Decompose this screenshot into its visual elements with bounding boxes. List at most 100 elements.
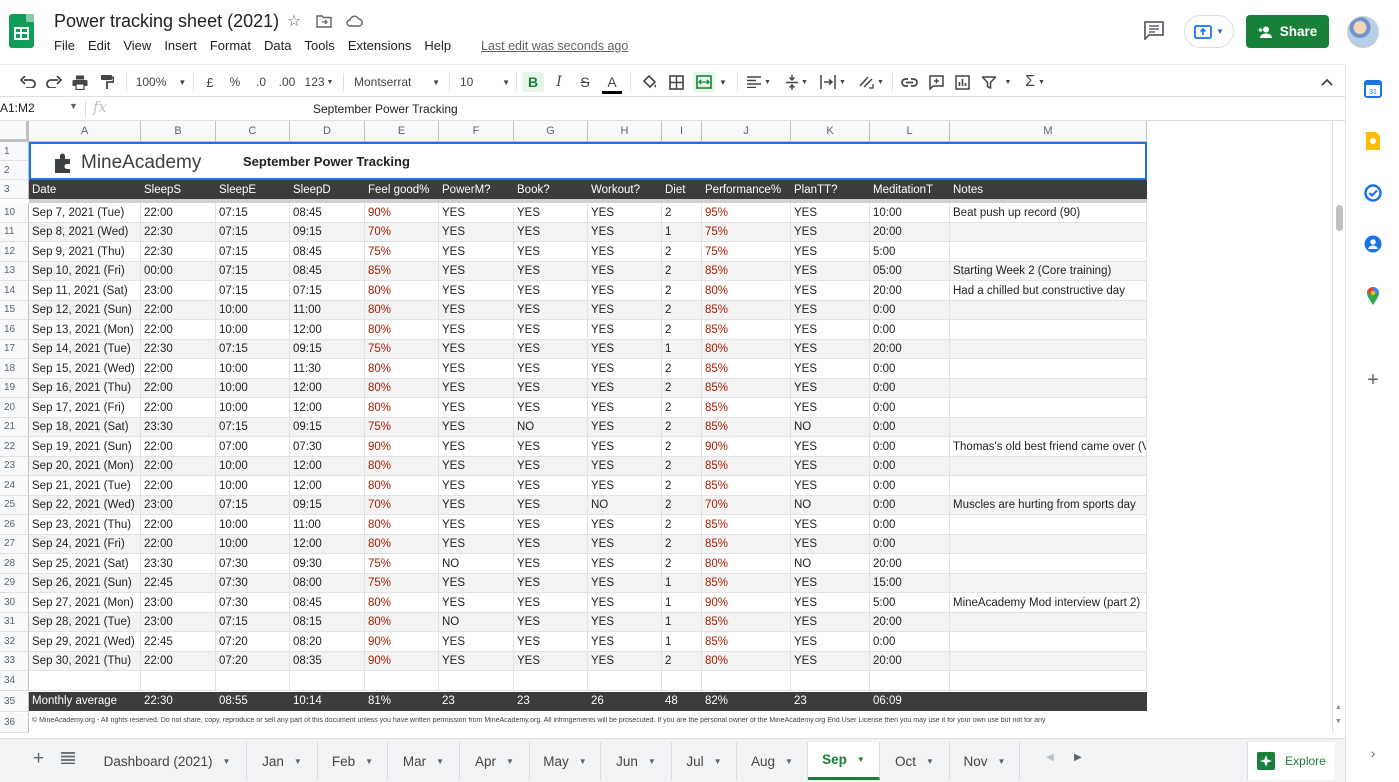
table-cell[interactable]: YES <box>514 281 588 300</box>
table-cell[interactable]: NO <box>514 417 588 437</box>
table-cell[interactable]: 80% <box>365 476 439 495</box>
table-cell[interactable]: 80% <box>365 612 439 632</box>
tab-oct[interactable]: Oct ▼ <box>880 742 950 780</box>
row-header[interactable]: 25 <box>0 495 29 515</box>
table-cell[interactable]: YES <box>588 476 662 495</box>
table-cell[interactable]: 22:00 <box>141 359 216 378</box>
table-cell[interactable] <box>950 300 1147 320</box>
table-cell[interactable]: 22:00 <box>141 515 216 534</box>
table-cell[interactable]: 75% <box>365 242 439 261</box>
table-cell[interactable]: 80% <box>365 378 439 398</box>
table-cell[interactable]: 07:20 <box>216 651 290 671</box>
table-cell[interactable]: YES <box>588 281 662 300</box>
present-button[interactable]: ▼ <box>1184 15 1234 48</box>
sheets-logo-icon[interactable] <box>9 14 34 48</box>
menu-tools[interactable]: Tools <box>304 38 334 53</box>
table-cell[interactable]: NO <box>791 495 870 515</box>
average-cell[interactable]: 48 <box>662 692 702 711</box>
bold-button[interactable]: B <box>522 72 544 92</box>
table-cell[interactable] <box>950 476 1147 495</box>
table-cell[interactable] <box>950 222 1147 242</box>
table-cell[interactable]: 75% <box>365 417 439 437</box>
header-cell[interactable]: SleepD <box>290 180 365 199</box>
table-cell[interactable]: Sep 30, 2021 (Thu) <box>29 651 141 671</box>
row-header[interactable]: 30 <box>0 593 29 613</box>
table-cell[interactable]: 07:30 <box>216 554 290 573</box>
chevron-down-icon[interactable]: ▼ <box>1003 72 1013 92</box>
table-cell[interactable]: 05:00 <box>870 261 950 281</box>
table-cell[interactable]: YES <box>791 359 870 378</box>
table-cell[interactable]: YES <box>439 437 514 456</box>
table-cell[interactable]: Muscles are hurting from sports day <box>950 495 1147 515</box>
table-cell[interactable]: 22:00 <box>141 378 216 398</box>
table-cell[interactable]: 0:00 <box>870 534 950 554</box>
average-cell[interactable]: 23 <box>514 692 588 711</box>
table-cell[interactable]: 0:00 <box>870 495 950 515</box>
text-color-button[interactable]: A <box>602 72 622 94</box>
table-cell[interactable]: YES <box>514 242 588 261</box>
table-cell[interactable]: 22:30 <box>141 222 216 242</box>
table-cell[interactable]: 75% <box>702 222 791 242</box>
table-cell[interactable]: 80% <box>365 281 439 300</box>
row-header[interactable]: 28 <box>0 554 29 574</box>
table-cell[interactable]: 85% <box>702 573 791 593</box>
table-cell[interactable]: YES <box>588 593 662 612</box>
table-cell[interactable]: 23:00 <box>141 612 216 632</box>
header-cell[interactable]: Feel good% <box>365 180 439 199</box>
strikethrough-button[interactable]: S <box>576 72 594 92</box>
table-cell[interactable]: 75% <box>365 339 439 359</box>
table-cell[interactable]: 85% <box>702 515 791 534</box>
table-cell[interactable]: 07:30 <box>216 573 290 593</box>
table-cell[interactable]: 2 <box>662 515 702 534</box>
table-cell[interactable]: 09:30 <box>290 554 365 573</box>
table-cell[interactable]: 90% <box>702 593 791 612</box>
row-header[interactable]: 34 <box>0 671 29 691</box>
table-cell[interactable]: YES <box>439 417 514 437</box>
menu-edit[interactable]: Edit <box>88 38 110 53</box>
horizontal-align-icon[interactable]: ▼ <box>745 72 773 92</box>
table-cell[interactable]: 07:15 <box>290 281 365 300</box>
table-cell[interactable]: YES <box>588 339 662 359</box>
table-cell[interactable]: 0:00 <box>870 476 950 495</box>
table-cell[interactable]: 12:00 <box>290 320 365 339</box>
header-cell[interactable]: PowerM? <box>439 180 514 199</box>
table-cell[interactable]: 80% <box>702 651 791 671</box>
column-header-d[interactable]: D <box>290 121 365 142</box>
row-header[interactable]: 21 <box>0 417 29 437</box>
fill-color-icon[interactable] <box>639 72 659 92</box>
table-cell[interactable]: 2 <box>662 476 702 495</box>
header-cell[interactable]: Date <box>29 180 141 199</box>
table-cell[interactable]: 0:00 <box>870 456 950 476</box>
table-cell[interactable]: YES <box>439 242 514 261</box>
average-cell[interactable]: 23 <box>439 692 514 711</box>
column-header-h[interactable]: H <box>588 121 662 142</box>
table-cell[interactable]: 90% <box>365 203 439 222</box>
table-cell[interactable]: 12:00 <box>290 378 365 398</box>
vertical-align-icon[interactable]: ▼ <box>783 72 811 92</box>
row-header[interactable]: 27 <box>0 534 29 554</box>
last-edit-link[interactable]: Last edit was seconds ago <box>481 39 628 53</box>
row-header[interactable]: 23 <box>0 456 29 476</box>
table-cell[interactable]: 2 <box>662 495 702 515</box>
table-cell[interactable]: 90% <box>365 632 439 651</box>
document-title[interactable]: Power tracking sheet (2021) <box>54 11 279 32</box>
column-header-i[interactable]: I <box>662 121 702 142</box>
menu-format[interactable]: Format <box>210 38 251 53</box>
table-cell[interactable]: 08:45 <box>290 593 365 612</box>
table-cell[interactable]: 2 <box>662 261 702 281</box>
table-cell[interactable]: 2 <box>662 456 702 476</box>
table-cell[interactable]: YES <box>588 612 662 632</box>
table-cell[interactable]: YES <box>514 651 588 671</box>
menu-file[interactable]: File <box>54 38 75 53</box>
insert-link-icon[interactable] <box>899 72 919 92</box>
row-header[interactable]: 17 <box>0 339 29 359</box>
table-cell[interactable] <box>216 671 290 690</box>
header-cell[interactable]: PlanTT? <box>791 180 870 199</box>
scrollbar-thumb[interactable] <box>1336 205 1343 231</box>
table-cell[interactable]: YES <box>514 456 588 476</box>
table-cell[interactable]: 80% <box>702 339 791 359</box>
table-cell[interactable]: 12:00 <box>290 456 365 476</box>
table-cell[interactable]: 85% <box>365 261 439 281</box>
table-cell[interactable]: 22:30 <box>141 242 216 261</box>
average-cell[interactable]: 81% <box>365 692 439 711</box>
